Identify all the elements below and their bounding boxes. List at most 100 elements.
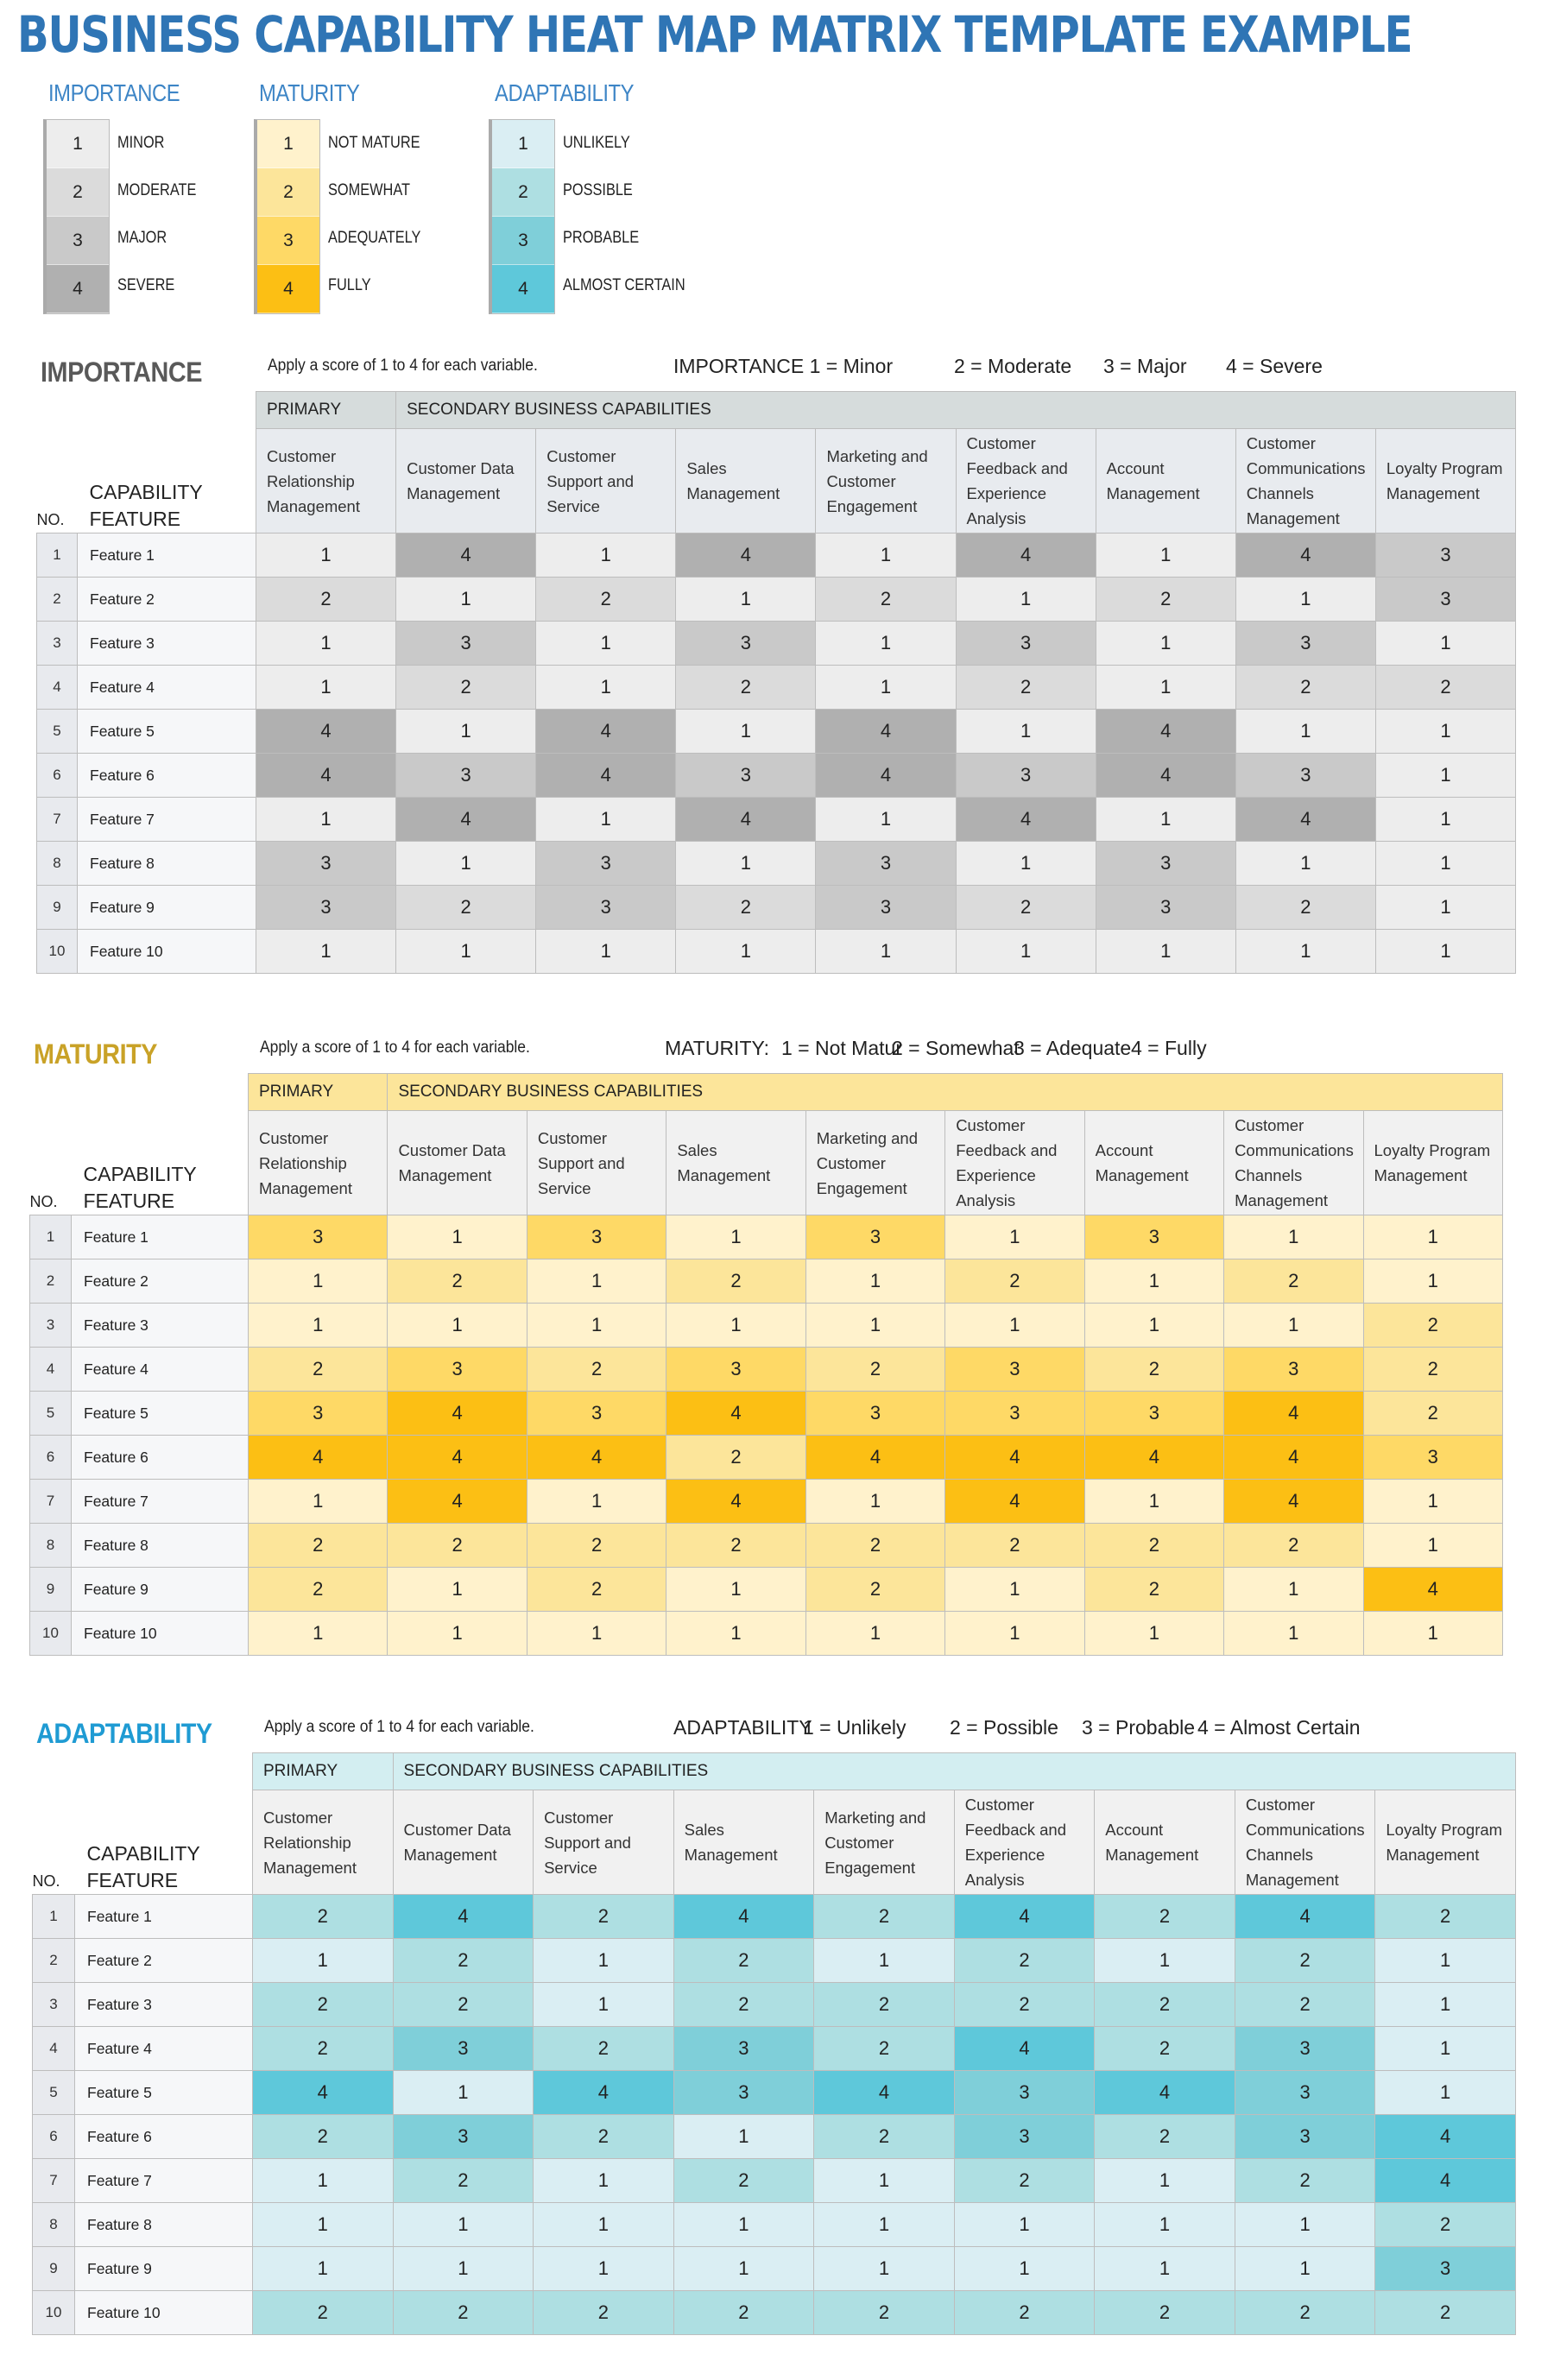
score-cell[interactable]: 4 bbox=[666, 1391, 806, 1436]
score-cell[interactable]: 1 bbox=[815, 621, 957, 666]
score-cell[interactable]: 1 bbox=[1362, 1611, 1503, 1656]
score-cell[interactable]: 2 bbox=[252, 2026, 394, 2071]
score-cell[interactable]: 3 bbox=[815, 841, 957, 886]
score-cell[interactable]: 4 bbox=[247, 1435, 388, 1480]
score-cell[interactable]: 3 bbox=[1083, 1215, 1225, 1259]
score-cell[interactable]: 3 bbox=[1083, 1391, 1225, 1436]
score-cell[interactable]: 1 bbox=[1083, 1479, 1225, 1524]
score-cell[interactable]: 2 bbox=[1094, 1894, 1235, 1939]
score-cell[interactable]: 3 bbox=[955, 621, 1096, 666]
score-cell[interactable]: 1 bbox=[1223, 1215, 1364, 1259]
score-cell[interactable]: 1 bbox=[255, 797, 397, 842]
feature-name[interactable]: Feature 6 bbox=[74, 2114, 253, 2159]
score-cell[interactable]: 1 bbox=[1362, 1479, 1503, 1524]
score-cell[interactable]: 1 bbox=[1095, 929, 1236, 974]
score-cell[interactable]: 1 bbox=[392, 2202, 534, 2247]
score-cell[interactable]: 3 bbox=[395, 753, 537, 798]
score-cell[interactable]: 1 bbox=[252, 2158, 394, 2203]
feature-name[interactable]: Feature 3 bbox=[74, 1982, 253, 2027]
score-cell[interactable]: 1 bbox=[813, 2202, 955, 2247]
score-cell[interactable]: 3 bbox=[247, 1215, 388, 1259]
score-cell[interactable]: 2 bbox=[1235, 885, 1376, 930]
score-cell[interactable]: 4 bbox=[1235, 533, 1376, 578]
score-cell[interactable]: 1 bbox=[944, 1611, 1085, 1656]
score-cell[interactable]: 1 bbox=[247, 1479, 388, 1524]
score-cell[interactable]: 4 bbox=[1223, 1435, 1364, 1480]
score-cell[interactable]: 1 bbox=[1374, 929, 1517, 974]
feature-name[interactable]: Feature 1 bbox=[71, 1215, 249, 1259]
score-cell[interactable]: 4 bbox=[535, 709, 677, 754]
score-cell[interactable]: 1 bbox=[675, 577, 817, 622]
score-cell[interactable]: 1 bbox=[1223, 1303, 1364, 1348]
score-cell[interactable]: 1 bbox=[953, 2202, 1096, 2247]
score-cell[interactable]: 1 bbox=[1235, 709, 1376, 754]
score-cell[interactable]: 4 bbox=[675, 533, 817, 578]
score-cell[interactable]: 1 bbox=[1094, 1938, 1235, 1983]
score-cell[interactable]: 1 bbox=[673, 2202, 815, 2247]
score-cell[interactable]: 2 bbox=[1095, 577, 1236, 622]
score-cell[interactable]: 3 bbox=[1374, 533, 1517, 578]
feature-name[interactable]: Feature 7 bbox=[77, 797, 256, 842]
score-cell[interactable]: 2 bbox=[666, 1259, 806, 1304]
score-cell[interactable]: 2 bbox=[387, 1259, 527, 1304]
feature-name[interactable]: Feature 2 bbox=[71, 1259, 249, 1304]
score-cell[interactable]: 1 bbox=[1094, 2158, 1235, 2203]
feature-name[interactable]: Feature 5 bbox=[74, 2070, 253, 2115]
score-cell[interactable]: 3 bbox=[815, 885, 957, 930]
feature-name[interactable]: Feature 5 bbox=[77, 709, 256, 754]
score-cell[interactable]: 1 bbox=[813, 1938, 955, 1983]
score-cell[interactable]: 1 bbox=[666, 1611, 806, 1656]
score-cell[interactable]: 2 bbox=[805, 1523, 946, 1568]
score-cell[interactable]: 1 bbox=[955, 577, 1096, 622]
score-cell[interactable]: 1 bbox=[1094, 2246, 1235, 2291]
score-cell[interactable]: 1 bbox=[387, 1611, 527, 1656]
score-cell[interactable]: 4 bbox=[1234, 1894, 1376, 1939]
score-cell[interactable]: 3 bbox=[1234, 2070, 1376, 2115]
score-cell[interactable]: 4 bbox=[1095, 753, 1236, 798]
score-cell[interactable]: 3 bbox=[805, 1391, 946, 1436]
score-cell[interactable]: 1 bbox=[1083, 1303, 1225, 1348]
score-cell[interactable]: 1 bbox=[535, 621, 677, 666]
score-cell[interactable]: 2 bbox=[953, 2158, 1096, 2203]
score-cell[interactable]: 2 bbox=[953, 1938, 1096, 1983]
score-cell[interactable]: 1 bbox=[1374, 841, 1517, 886]
score-cell[interactable]: 1 bbox=[1374, 1982, 1516, 2027]
score-cell[interactable]: 1 bbox=[247, 1611, 388, 1656]
score-cell[interactable]: 2 bbox=[1362, 1391, 1503, 1436]
score-cell[interactable]: 1 bbox=[387, 1215, 527, 1259]
score-cell[interactable]: 2 bbox=[1223, 1259, 1364, 1304]
score-cell[interactable]: 1 bbox=[533, 2158, 674, 2203]
score-cell[interactable]: 1 bbox=[1223, 1611, 1364, 1656]
score-cell[interactable]: 1 bbox=[1083, 1611, 1225, 1656]
score-cell[interactable]: 3 bbox=[1374, 577, 1517, 622]
score-cell[interactable]: 1 bbox=[1235, 841, 1376, 886]
score-cell[interactable]: 1 bbox=[944, 1303, 1085, 1348]
feature-name[interactable]: Feature 10 bbox=[74, 2290, 253, 2335]
score-cell[interactable]: 3 bbox=[944, 1391, 1085, 1436]
score-cell[interactable]: 2 bbox=[675, 885, 817, 930]
score-cell[interactable]: 3 bbox=[666, 1347, 806, 1392]
score-cell[interactable]: 4 bbox=[944, 1435, 1085, 1480]
feature-name[interactable]: Feature 1 bbox=[77, 533, 256, 578]
score-cell[interactable]: 3 bbox=[675, 753, 817, 798]
score-cell[interactable]: 2 bbox=[533, 1894, 674, 1939]
score-cell[interactable]: 1 bbox=[805, 1303, 946, 1348]
feature-name[interactable]: Feature 7 bbox=[74, 2158, 253, 2203]
feature-name[interactable]: Feature 8 bbox=[77, 841, 256, 886]
feature-name[interactable]: Feature 3 bbox=[77, 621, 256, 666]
score-cell[interactable]: 1 bbox=[1374, 797, 1517, 842]
score-cell[interactable]: 1 bbox=[1362, 1259, 1503, 1304]
score-cell[interactable]: 3 bbox=[955, 753, 1096, 798]
score-cell[interactable]: 1 bbox=[815, 665, 957, 710]
score-cell[interactable]: 2 bbox=[1234, 1938, 1376, 1983]
score-cell[interactable]: 2 bbox=[813, 2026, 955, 2071]
score-cell[interactable]: 1 bbox=[1374, 885, 1517, 930]
score-cell[interactable]: 2 bbox=[944, 1259, 1085, 1304]
score-cell[interactable]: 3 bbox=[944, 1347, 1085, 1392]
score-cell[interactable]: 2 bbox=[526, 1567, 667, 1612]
score-cell[interactable]: 4 bbox=[526, 1435, 667, 1480]
score-cell[interactable]: 2 bbox=[666, 1523, 806, 1568]
score-cell[interactable]: 4 bbox=[255, 709, 397, 754]
score-cell[interactable]: 4 bbox=[252, 2070, 394, 2115]
score-cell[interactable]: 1 bbox=[255, 533, 397, 578]
